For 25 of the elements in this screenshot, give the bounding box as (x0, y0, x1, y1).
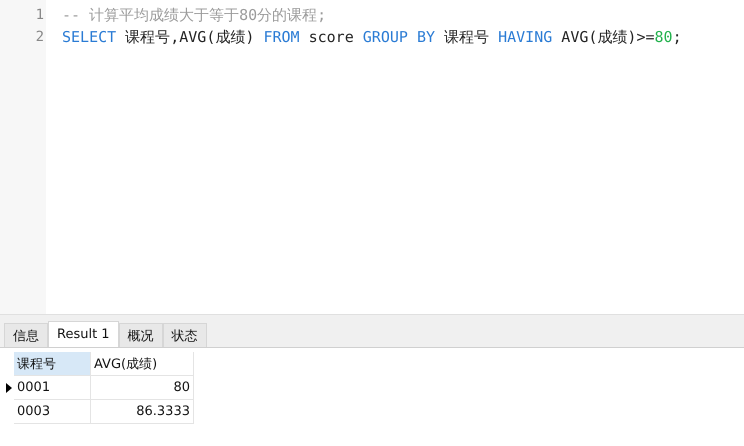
code-token: 课程号,AVG(成绩) (124, 28, 256, 46)
result-tab[interactable]: 状态 (162, 323, 207, 347)
table-row[interactable]: 0003 86.3333 (3, 400, 744, 424)
result-tab[interactable]: Result 1 (48, 321, 119, 347)
code-token: score (308, 28, 355, 46)
table-cell: 80 (91, 376, 194, 400)
result-tab[interactable]: 概况 (118, 323, 163, 347)
code-token: 课程号 (443, 28, 490, 46)
code-token: AVG(成绩)>= (560, 28, 655, 46)
result-tab[interactable]: 信息 (4, 323, 48, 347)
table-cell: 86.3333 (91, 400, 194, 424)
table-cell: 0001 (14, 376, 91, 400)
code-token: HAVING (498, 28, 552, 46)
code-token: SELECT (62, 28, 116, 46)
splitter-bar[interactable] (0, 314, 744, 321)
code-token: 80 (654, 28, 673, 46)
column-header[interactable]: AVG(成绩) (91, 352, 194, 376)
table-cell: 0003 (14, 400, 91, 424)
line-number: 1 (34, 6, 45, 25)
column-header[interactable]: 课程号 (14, 352, 91, 376)
code-token: ; (672, 28, 682, 46)
code-token: -- 计算平均成绩大于等于80分的课程; (62, 6, 326, 24)
code-token: GROUP BY (362, 28, 436, 46)
line-number: 2 (34, 28, 45, 47)
code-token: FROM (263, 28, 300, 46)
